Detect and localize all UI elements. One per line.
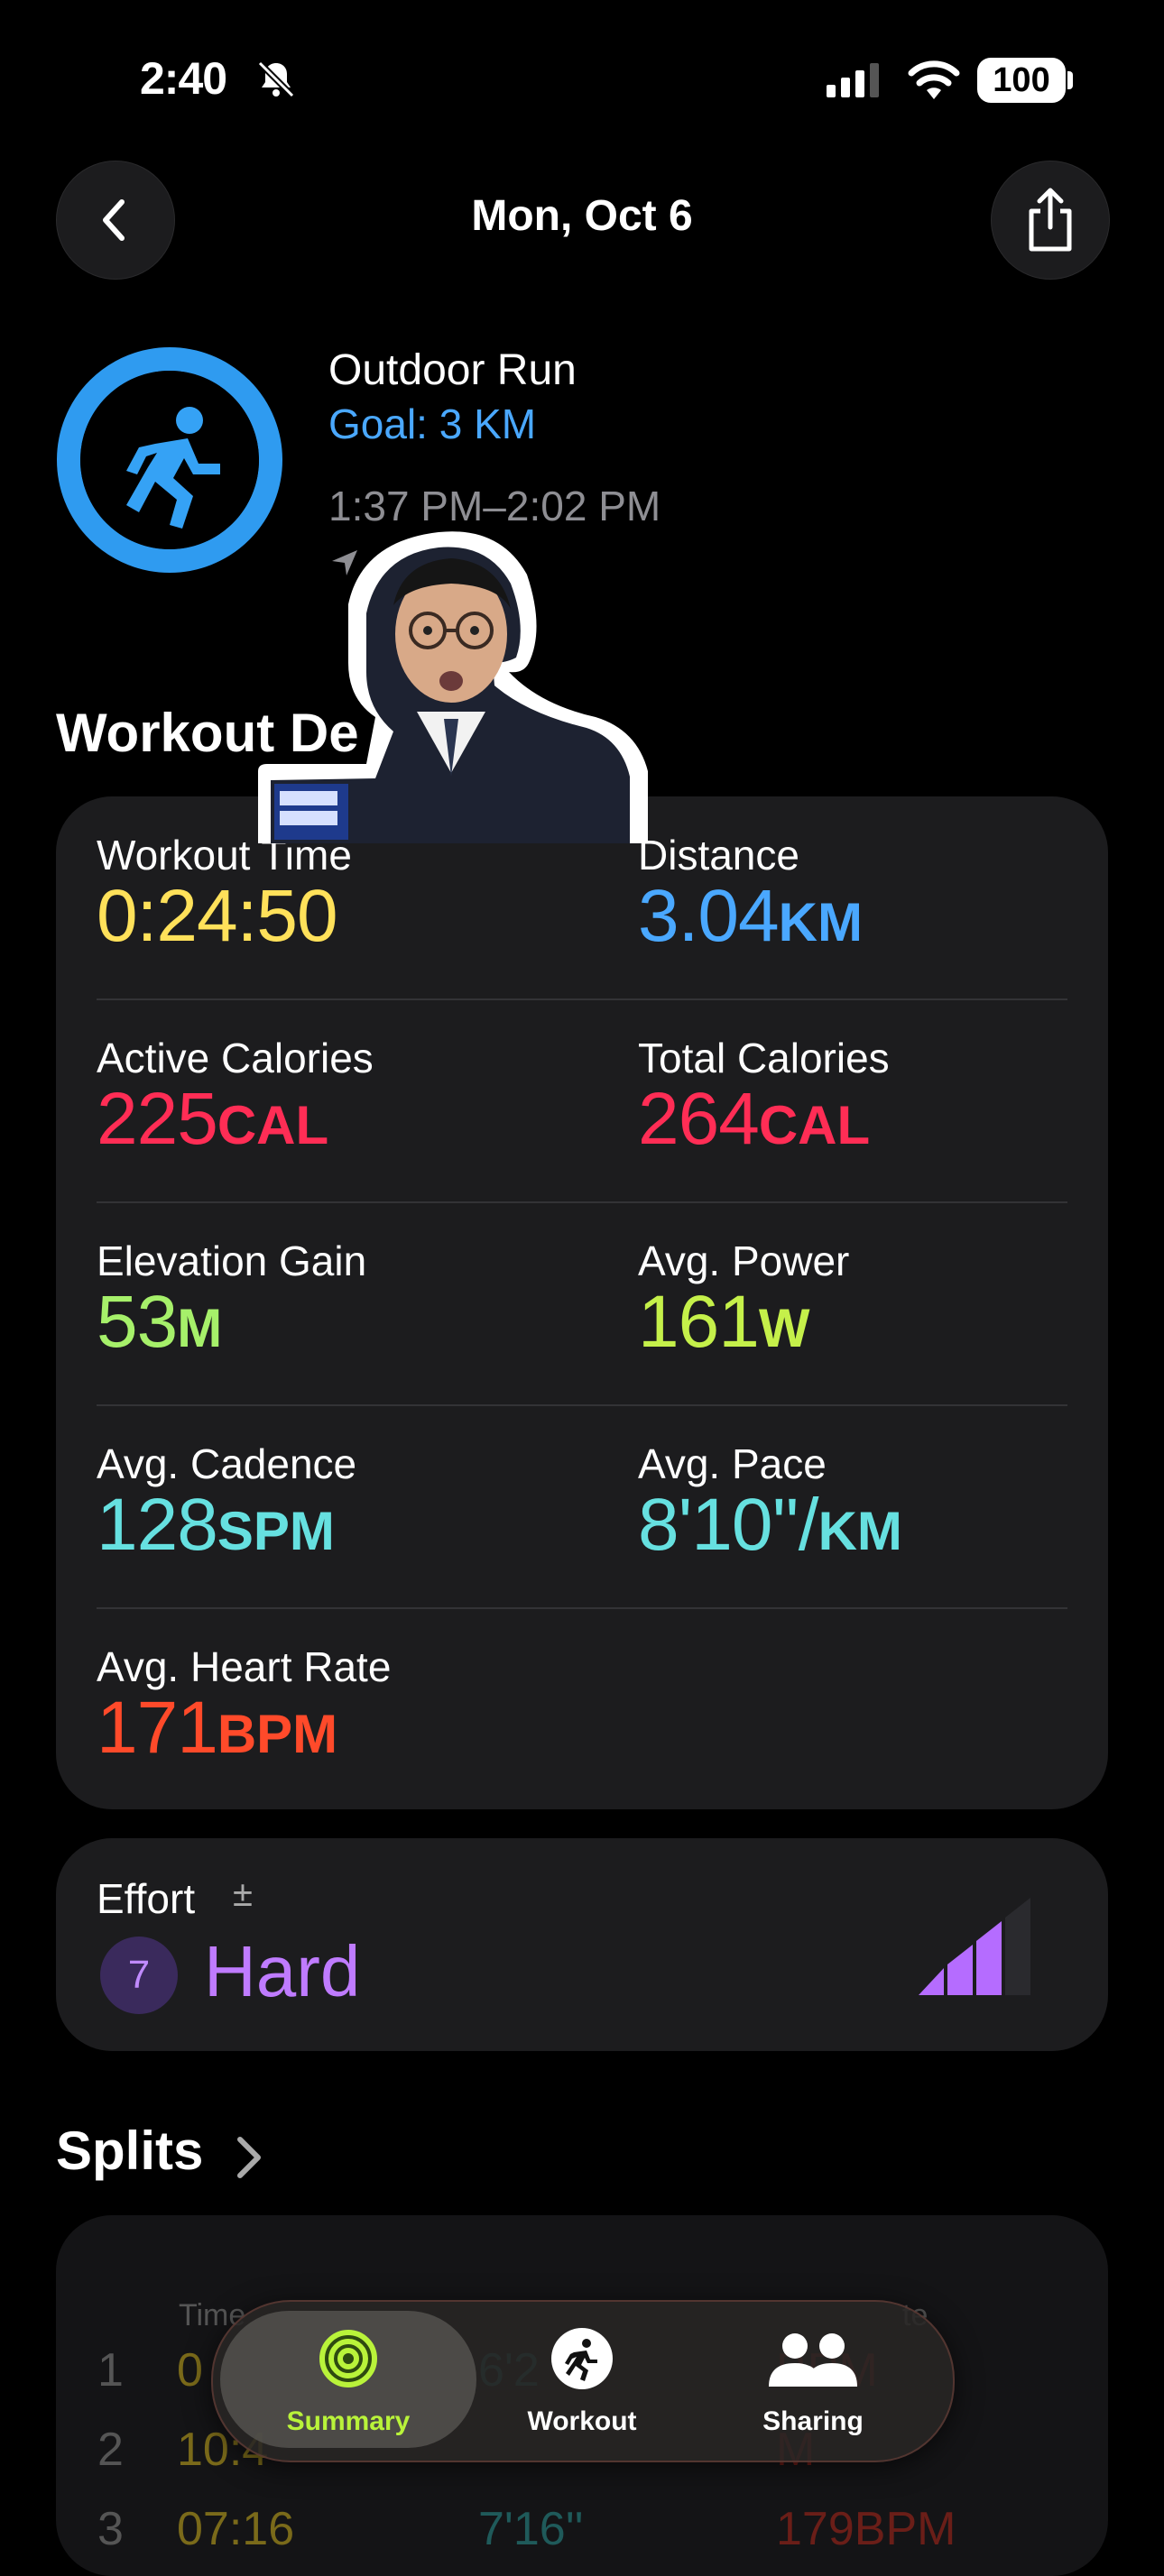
- workout-goal: Goal: 3 KM: [328, 400, 537, 447]
- stat-value: 53M: [97, 1280, 222, 1365]
- stat-value: 8'10''/KM: [638, 1483, 902, 1568]
- stat-label: Avg. Power: [638, 1237, 850, 1284]
- cellular-signal-icon: [827, 63, 879, 97]
- stat-unit: SPM: [217, 1501, 335, 1561]
- split-number: 2: [97, 2424, 124, 2476]
- stat-unit: BPM: [217, 1704, 338, 1764]
- stat-unit: KM: [778, 892, 863, 952]
- share-button[interactable]: [991, 161, 1110, 280]
- split-number: 3: [97, 2503, 124, 2555]
- page-title: Mon, Oct 6: [471, 192, 693, 240]
- tab-sharing-label: Sharing: [762, 2406, 864, 2436]
- stat-number: 3.04: [638, 875, 780, 957]
- effort-adjust-icon[interactable]: ±: [233, 1874, 253, 1915]
- workout-run-icon: [551, 2328, 613, 2389]
- stat-value: 3.04KM: [638, 874, 863, 959]
- tab-sharing[interactable]: Sharing: [718, 2311, 908, 2448]
- split-number: 1: [97, 2344, 124, 2397]
- bell-off-icon: [257, 60, 295, 98]
- battery-indicator: 100: [977, 58, 1066, 103]
- splits-title[interactable]: Splits: [56, 2120, 203, 2182]
- stat-label: Elevation Gain: [97, 1237, 367, 1284]
- effort-label: Effort: [97, 1875, 196, 1922]
- split-time: 0: [177, 2344, 203, 2397]
- stat-label: Avg. Heart Rate: [97, 1643, 392, 1690]
- wifi-icon: [908, 60, 960, 99]
- stat-label: Avg. Cadence: [97, 1440, 357, 1487]
- stat-unit: CAL: [217, 1095, 329, 1155]
- stat-value: 128SPM: [97, 1483, 335, 1568]
- stat-value: 171BPM: [97, 1686, 337, 1771]
- stat-value: 264CAL: [638, 1077, 870, 1162]
- stat-value: 225CAL: [97, 1077, 328, 1162]
- split-heart-rate: 179BPM: [776, 2503, 956, 2555]
- share-icon: [1029, 188, 1072, 252]
- workout-name: Outdoor Run: [328, 346, 577, 394]
- people-icon: [769, 2333, 857, 2387]
- effort-bars-icon: [919, 1898, 1030, 1995]
- battery-tip: [1067, 71, 1073, 89]
- stats-divider: [97, 1404, 1067, 1406]
- tab-workout[interactable]: Workout: [487, 2311, 677, 2448]
- tab-workout-label: Workout: [527, 2406, 637, 2436]
- stats-divider: [97, 1201, 1067, 1203]
- stat-number: 171: [97, 1687, 218, 1769]
- effort-level-badge: 7: [100, 1937, 178, 2014]
- stat-number: 8'10''/: [638, 1484, 819, 1566]
- activity-rings-icon: [319, 2330, 377, 2387]
- stat-unit: M: [177, 1298, 223, 1358]
- stat-label: Avg. Pace: [638, 1440, 827, 1487]
- stat-number: 264: [638, 1078, 760, 1160]
- stat-unit: KM: [818, 1501, 902, 1561]
- stat-number: 161: [638, 1281, 760, 1363]
- stat-number: 128: [97, 1484, 218, 1566]
- tab-summary-label: Summary: [286, 2406, 411, 2436]
- split-time: 07:16: [177, 2503, 295, 2555]
- stat-number: 53: [97, 1281, 178, 1363]
- stat-number: 0:24:50: [97, 875, 338, 957]
- workout-time-range: 1:37 PM–2:02 PM: [328, 483, 661, 529]
- workout-goal-ring: [57, 347, 282, 573]
- status-time: 2:40: [140, 53, 227, 104]
- tab-summary[interactable]: Summary: [220, 2311, 476, 2448]
- split-pace: 7'16'': [478, 2503, 584, 2555]
- stats-divider: [97, 998, 1067, 1000]
- stat-value: 0:24:50: [97, 874, 338, 959]
- stat-unit: CAL: [758, 1095, 871, 1155]
- stat-unit: W: [758, 1298, 810, 1358]
- stat-number: 225: [97, 1078, 218, 1160]
- stats-divider: [97, 1607, 1067, 1609]
- stat-label: Total Calories: [638, 1035, 890, 1081]
- effort-rating: Hard: [204, 1931, 361, 2011]
- person-sticker: [258, 531, 648, 843]
- chevron-right-icon[interactable]: [233, 2132, 265, 2183]
- workout-details-card: Workout Time 0:24:50 Distance 3.04KM Active …: [56, 796, 1108, 1809]
- stat-value: 161W: [638, 1280, 809, 1365]
- stat-label: Active Calories: [97, 1035, 374, 1081]
